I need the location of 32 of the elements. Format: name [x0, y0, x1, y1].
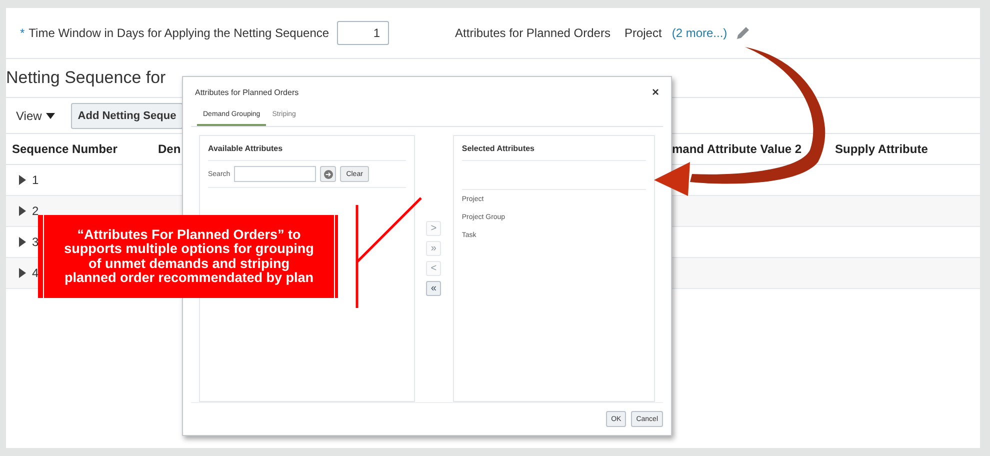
expand-icon[interactable]: [18, 237, 26, 247]
panel-title: Available Attributes: [208, 144, 283, 152]
caret-icon: [46, 112, 55, 118]
pencil-icon[interactable]: [735, 25, 752, 41]
sequence-number: 3: [32, 235, 39, 249]
sequence-number: 2: [32, 204, 39, 218]
arrow-icon: [324, 170, 333, 178]
sequence-number: 1: [32, 173, 39, 187]
attributes-label: Attributes for Planned Orders: [455, 26, 610, 40]
close-button[interactable]: ×: [652, 85, 659, 99]
attributes-value: Project: [624, 26, 662, 40]
time-window-field[interactable]: 1: [337, 21, 390, 45]
expand-icon[interactable]: [18, 175, 26, 185]
expand-icon[interactable]: [18, 268, 26, 278]
search-field[interactable]: [234, 166, 316, 182]
panel-title: Selected Attributes: [462, 144, 534, 152]
more-link[interactable]: (2 more...): [672, 26, 728, 40]
go-button[interactable]: [320, 166, 336, 182]
dialog-title: Attributes for Planned Orders: [195, 88, 299, 96]
sequence-number: 4: [32, 266, 39, 280]
time-window-label: Time Window in Days for Applying the Netting Sequence: [28, 26, 330, 40]
expand-icon[interactable]: [18, 206, 26, 216]
section-title: Netting Sequence for: [6, 68, 166, 88]
column-header: Supply Attribute: [835, 142, 928, 156]
view-menu[interactable]: View: [16, 108, 55, 122]
column-header: Den: [158, 142, 181, 156]
column-header: mand Attribute Value 2: [672, 142, 802, 156]
required-mark: *: [20, 26, 25, 40]
column-header: Sequence Number: [12, 142, 118, 156]
callout-text: “Attributes For Planned Orders” to supports multiple options for grouping of unmet demands and striping planned order recommendated by plan: [63, 228, 315, 286]
move-button[interactable]: «: [426, 281, 442, 296]
add-netting-sequence-button[interactable]: Add Netting Seque: [70, 102, 184, 128]
